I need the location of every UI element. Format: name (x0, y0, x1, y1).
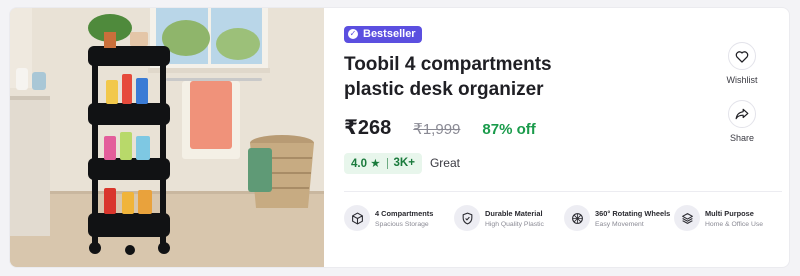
shield-check-icon (462, 212, 472, 224)
feature-list: 4 Compartments Spacious Storage Durable … (344, 205, 784, 231)
feature-item: Durable Material High Quality Plastic (454, 205, 564, 231)
rating-row: 4.0 ★ 3K+ Great (344, 152, 714, 174)
layers-icon (681, 212, 693, 224)
verified-check-icon: ✓ (348, 29, 358, 39)
wishlist-button[interactable]: Wishlist (723, 42, 761, 85)
product-photo (10, 8, 324, 267)
product-title: Toobil 4 compartments plastic desk organ… (344, 53, 552, 100)
product-actions: Wishlist Share (723, 42, 761, 158)
rating-chip[interactable]: 4.0 ★ 3K+ (344, 152, 422, 174)
feature-subtitle: Spacious Storage (375, 220, 429, 228)
rating-value: 4.0 ★ (351, 158, 381, 170)
price-row: ₹268 ₹1,999 87% off (344, 115, 714, 140)
feature-item: Multi Purpose Home & Office Use (674, 205, 784, 231)
discount-label: 87% off (482, 120, 536, 138)
rating-count: 3K+ (393, 157, 415, 169)
rating-divider (386, 157, 388, 169)
heart-icon (735, 50, 749, 63)
product-info: ✓ Bestseller Toobil 4 compartments plast… (344, 23, 714, 174)
rating-label: Great (429, 156, 460, 170)
cube-icon (351, 212, 363, 224)
badge-label: Bestseller (363, 28, 416, 40)
feature-subtitle: Easy Movement (595, 220, 644, 228)
feature-title: Durable Material (485, 208, 543, 218)
feature-subtitle: Home & Office Use (705, 220, 764, 228)
wheel-icon (571, 212, 583, 224)
feature-title: 360° Rotating Wheels (595, 208, 671, 218)
product-card: ✓ Bestseller Toobil 4 compartments plast… (9, 7, 790, 268)
feature-title: Multi Purpose (705, 208, 754, 218)
feature-title: 4 Compartments (375, 208, 434, 218)
wishlist-label: Wishlist (726, 75, 758, 85)
feature-subtitle: High Quality Plastic (485, 220, 544, 228)
bestseller-badge: ✓ Bestseller (344, 25, 422, 43)
feature-item: 4 Compartments Spacious Storage (344, 205, 454, 231)
selling-price: ₹268 (344, 116, 392, 139)
share-arrow-icon (735, 108, 749, 120)
share-button[interactable]: Share (723, 100, 761, 143)
share-label: Share (729, 133, 755, 143)
original-price: ₹1,999 (413, 120, 461, 138)
section-divider (344, 191, 782, 192)
feature-item: 360° Rotating Wheels Easy Movement (564, 205, 674, 231)
product-image[interactable] (10, 8, 324, 267)
star-icon: ★ (370, 158, 381, 170)
